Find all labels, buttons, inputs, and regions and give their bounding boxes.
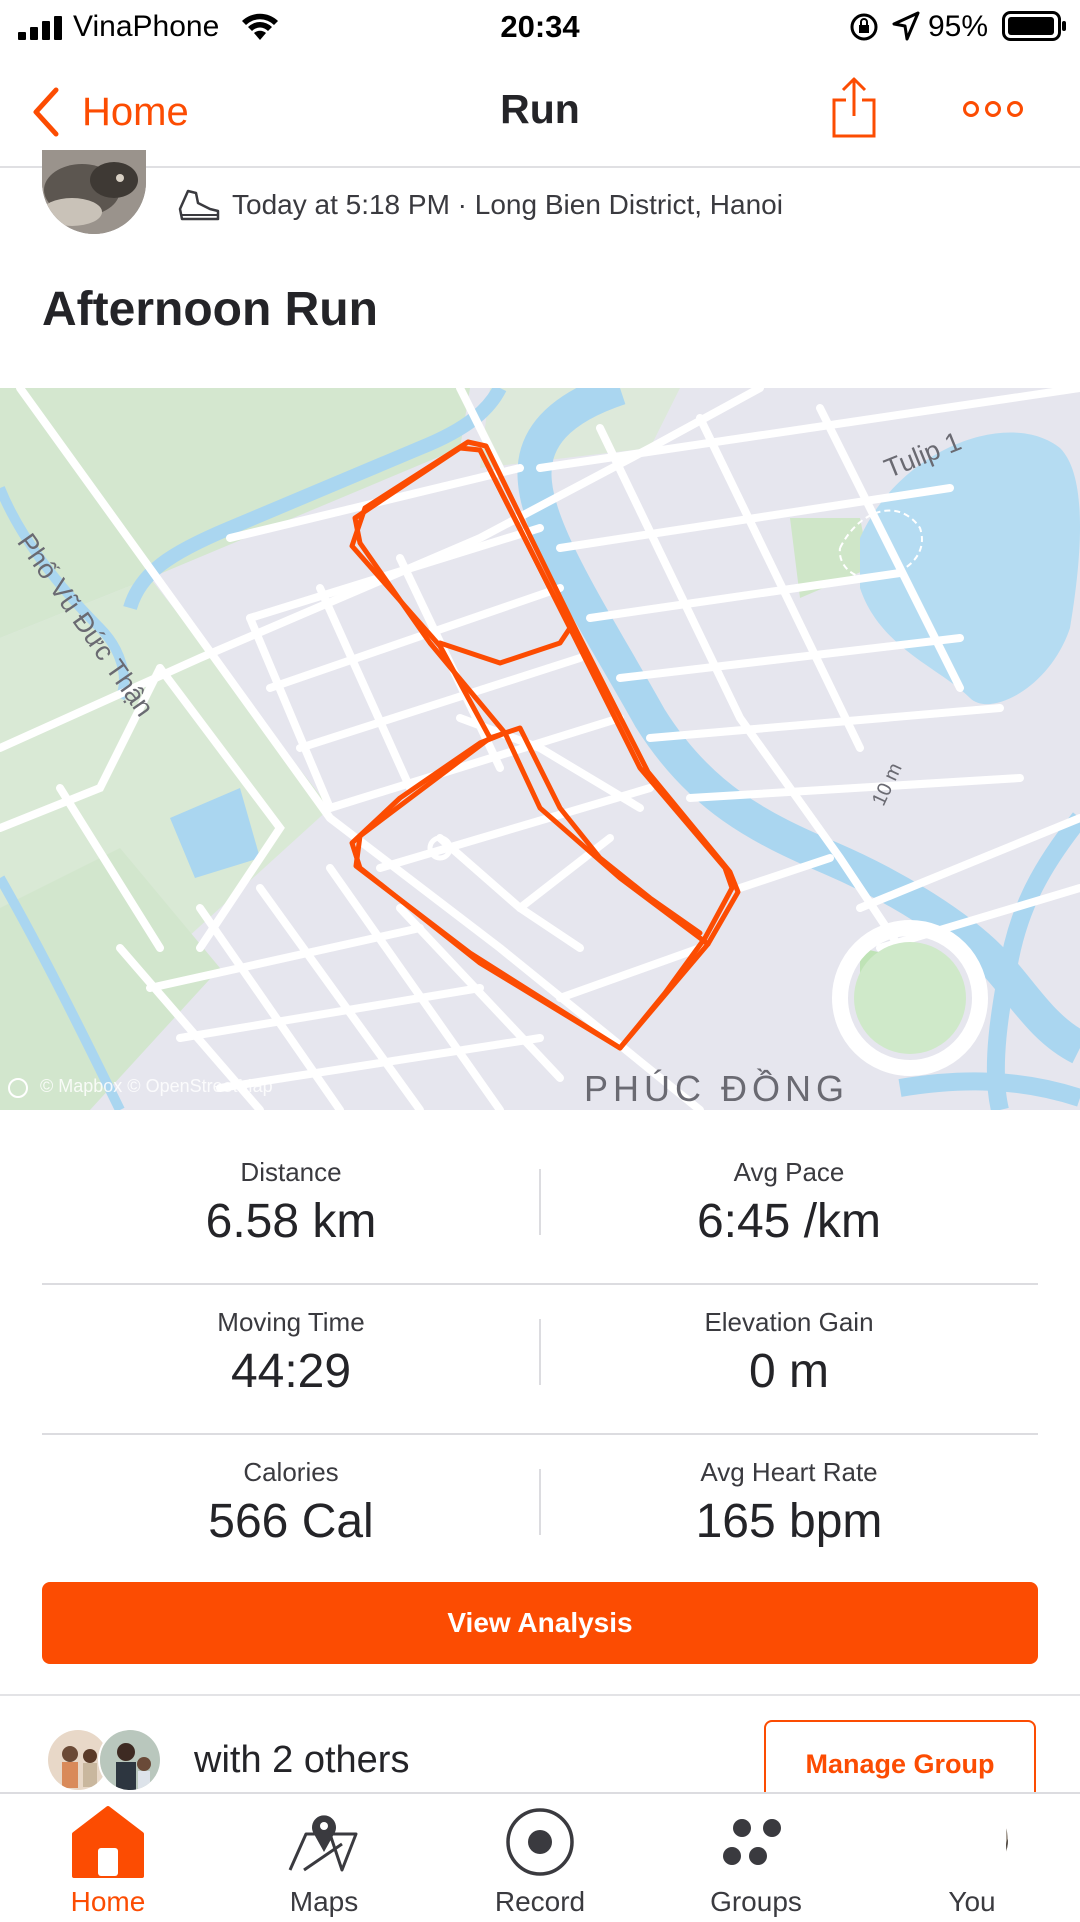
tab-bar: Home Maps Record Groups You xyxy=(0,1792,1080,1922)
more-icon[interactable] xyxy=(962,98,1024,120)
share-icon[interactable] xyxy=(826,76,882,140)
tab-label: You xyxy=(948,1886,996,1917)
record-icon xyxy=(506,1808,574,1876)
status-bar: VinaPhone 20:34 95% xyxy=(0,0,1080,56)
tab-label: Groups xyxy=(710,1886,802,1917)
stats-row: Moving Time 44:29 Elevation Gain 0 m xyxy=(42,1285,1038,1435)
stat-moving-time: Moving Time 44:29 xyxy=(42,1285,540,1433)
avatar xyxy=(936,1804,1008,1876)
stats-grid: Distance 6.58 km Avg Pace 6:45 /km Movin… xyxy=(42,1135,1038,1583)
stat-label: Elevation Gain xyxy=(704,1307,874,1337)
stat-value: 44:29 xyxy=(230,1345,352,1398)
group-avatars[interactable] xyxy=(46,1728,166,1792)
nav-header: Home Run xyxy=(0,56,1080,168)
shoe-icon xyxy=(178,189,220,221)
chevron-left-icon xyxy=(33,87,59,137)
stat-label: Avg Pace xyxy=(733,1157,845,1187)
stat-label: Calories xyxy=(243,1457,339,1487)
district-label: PHÚC ĐỒNG xyxy=(584,1068,850,1109)
tab-label: Record xyxy=(494,1886,586,1917)
tab-home[interactable]: Home xyxy=(0,1794,216,1922)
athlete-avatar[interactable] xyxy=(42,150,146,234)
stat-value: 165 bpm xyxy=(695,1495,883,1548)
tab-you[interactable]: You xyxy=(864,1794,1080,1922)
stat-distance: Distance 6.58 km xyxy=(42,1135,540,1283)
back-button[interactable]: Home xyxy=(30,82,189,142)
avatar xyxy=(98,1728,162,1792)
route-map[interactable]: Phố Vũ Đức Thận Tulip 1 10 m PHÚC ĐỒNG ©… xyxy=(0,388,1080,1110)
stat-value: 6.58 km xyxy=(205,1195,377,1248)
stat-avg-heart-rate: Avg Heart Rate 165 bpm xyxy=(540,1435,1038,1583)
stat-value: 566 Cal xyxy=(208,1495,374,1548)
view-analysis-button[interactable]: View Analysis xyxy=(42,1582,1038,1664)
home-icon xyxy=(72,1806,144,1878)
activity-meta: Today at 5:18 PM · Long Bien District, H… xyxy=(176,183,783,227)
stat-label: Moving Time xyxy=(217,1307,365,1337)
battery-icon xyxy=(1002,11,1066,41)
divider xyxy=(0,1694,1080,1696)
group-text: with 2 others xyxy=(194,1739,410,1781)
rotation-lock-icon xyxy=(850,13,878,41)
tab-maps[interactable]: Maps xyxy=(216,1794,432,1922)
stats-row: Calories 566 Cal Avg Heart Rate 165 bpm xyxy=(42,1435,1038,1583)
activity-date-location: Today at 5:18 PM · Long Bien District, H… xyxy=(232,189,783,220)
stat-label: Avg Heart Rate xyxy=(700,1457,878,1487)
stat-avg-pace: Avg Pace 6:45 /km xyxy=(540,1135,1038,1283)
stat-label: Distance xyxy=(240,1157,342,1187)
groups-icon xyxy=(723,1819,781,1865)
stat-calories: Calories 566 Cal xyxy=(42,1435,540,1583)
map-attribution[interactable]: © Mapbox © OpenStreetMap xyxy=(40,1076,273,1097)
tab-label: Maps xyxy=(289,1886,359,1917)
map-canvas xyxy=(0,388,1080,1110)
activity-title: Afternoon Run xyxy=(42,283,378,336)
tab-groups[interactable]: Groups xyxy=(648,1794,864,1922)
location-icon xyxy=(892,11,920,41)
stats-row: Distance 6.58 km Avg Pace 6:45 /km xyxy=(42,1135,1038,1285)
battery-percent: 95% xyxy=(928,10,989,43)
tab-record[interactable]: Record xyxy=(432,1794,648,1922)
back-label: Home xyxy=(82,89,189,134)
stat-value: 0 m xyxy=(748,1345,829,1398)
stat-elevation-gain: Elevation Gain 0 m xyxy=(540,1285,1038,1433)
map-pin-icon xyxy=(288,1815,358,1872)
tab-label: Home xyxy=(70,1886,146,1917)
stat-value: 6:45 /km xyxy=(696,1195,882,1248)
